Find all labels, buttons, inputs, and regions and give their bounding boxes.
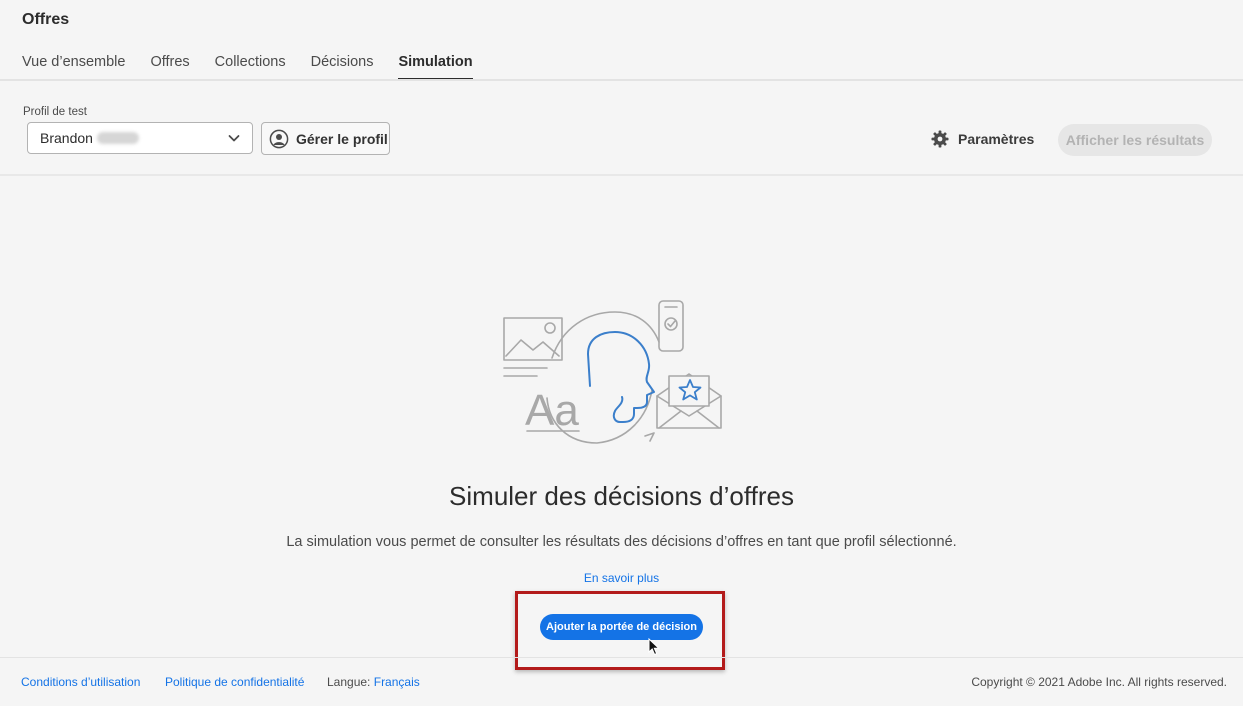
tab-offers[interactable]: Offres	[150, 52, 189, 80]
tab-simulation[interactable]: Simulation	[398, 52, 473, 80]
tab-decisions[interactable]: Décisions	[311, 52, 374, 80]
language-selector: Langue: Français	[327, 675, 420, 689]
toolbar-divider	[0, 174, 1243, 176]
chevron-down-icon	[228, 135, 240, 142]
empty-state-title: Simuler des décisions d’offres	[449, 481, 794, 511]
mouse-pointer-icon	[648, 638, 660, 656]
redacted-last-name	[96, 132, 139, 144]
tab-bar: Vue d’ensemble Offres Collections Décisi…	[22, 52, 473, 80]
settings-label: Paramètres	[958, 131, 1035, 147]
manage-profile-label: Gérer le profil	[296, 130, 388, 147]
privacy-policy-link[interactable]: Politique de confidentialité	[165, 675, 304, 689]
language-value-link[interactable]: Français	[374, 675, 420, 689]
app-title: Offres	[22, 11, 70, 28]
footer-divider	[0, 657, 1243, 658]
manage-profile-button[interactable]: Gérer le profil	[261, 122, 390, 155]
copyright-text: Copyright © 2021 Adobe Inc. All rights r…	[971, 675, 1227, 689]
settings-button[interactable]: Paramètres	[931, 128, 1034, 150]
test-profile-select[interactable]: Brandon	[27, 122, 253, 154]
show-results-button[interactable]: Afficher les résultats	[1058, 124, 1212, 156]
simulation-illustration: Aa	[503, 300, 722, 444]
language-label: Langue:	[327, 675, 371, 689]
tab-collections[interactable]: Collections	[215, 52, 286, 80]
svg-text:Aa: Aa	[525, 386, 579, 435]
gear-icon	[931, 130, 949, 148]
empty-state-description: La simulation vous permet de consulter l…	[286, 534, 957, 550]
test-profile-value: Brandon	[40, 130, 93, 146]
terms-of-use-link[interactable]: Conditions d’utilisation	[21, 675, 140, 689]
test-profile-label: Profil de test	[23, 106, 87, 118]
offers-simulation-page: Offres Vue d’ensemble Offres Collections…	[0, 0, 1243, 706]
add-decision-scope-button[interactable]: Ajouter la portée de décision	[540, 614, 703, 640]
user-circle-icon	[269, 129, 289, 148]
tabs-divider	[0, 79, 1243, 81]
tab-overview[interactable]: Vue d’ensemble	[22, 52, 125, 80]
learn-more-link[interactable]: En savoir plus	[0, 571, 1243, 585]
